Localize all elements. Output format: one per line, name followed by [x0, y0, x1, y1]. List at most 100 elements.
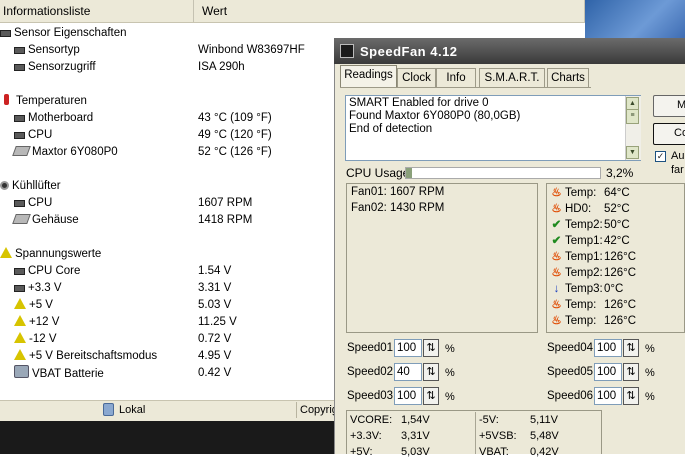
auto-speed-label: Au	[671, 150, 685, 162]
temperature-row: ✔ Temp1: 42°C	[551, 233, 630, 249]
speed-label: Speed03:	[347, 390, 397, 402]
desktop-wallpaper	[585, 0, 685, 40]
item-value: ISA 290h	[198, 61, 245, 73]
voltage-icon	[0, 247, 12, 258]
speed-unit: %	[445, 343, 455, 355]
temperature-label: Temp2:	[565, 267, 603, 279]
list-item[interactable]: Sensortyp	[14, 42, 80, 59]
list-item[interactable]: Gehäuse	[12, 212, 79, 229]
tab-readings[interactable]: Readings	[340, 65, 397, 88]
cpu-icon	[14, 200, 25, 207]
temperature-label: Temp:	[565, 315, 597, 327]
speed02-input[interactable]: 40	[394, 363, 422, 381]
list-item[interactable]: Sensorzugriff	[14, 59, 96, 76]
temperature-label: Temp2:	[565, 219, 603, 231]
list-item[interactable]: +3.3 V	[14, 280, 62, 297]
list-item[interactable]: Motherboard	[14, 110, 93, 127]
case-icon	[12, 214, 31, 224]
item-name: CPU	[28, 197, 53, 209]
list-item[interactable]: Maxtor 6Y080P0	[12, 144, 118, 161]
item-name: +5 V Bereitschaftsmodus	[29, 350, 158, 362]
auto-speed-checkbox[interactable]: ✓	[655, 151, 666, 162]
speed04-spinner-icon[interactable]: ⇅	[623, 339, 639, 357]
arrow-down-icon: ↓	[553, 283, 560, 295]
temperature-row: ↓ Temp3: 0°C	[551, 281, 624, 297]
group-cooling-fans[interactable]: Kühllüfter	[0, 178, 61, 195]
speed01-input[interactable]: 100	[394, 339, 422, 357]
status-copyright: Copyrig	[300, 404, 338, 416]
temperature-label: Temp1:	[565, 251, 603, 263]
status-local: Lokal	[119, 404, 146, 416]
scroll-thumb[interactable]: ≡	[626, 109, 639, 124]
thermometer-icon	[4, 94, 9, 105]
temperature-row: ♨ HD0: 52°C	[551, 201, 629, 217]
list-item[interactable]: CPU Core	[14, 263, 80, 280]
item-name: Sensorzugriff	[28, 61, 96, 73]
temperature-value: 52°C	[604, 203, 630, 215]
temperature-row: ✔ Temp2: 50°C	[551, 217, 630, 233]
speed-label: Speed05:	[547, 366, 597, 378]
voltage-label: VCORE:	[350, 414, 393, 426]
list-item[interactable]: +12 V	[14, 314, 59, 331]
speed02-spinner-icon[interactable]: ⇅	[423, 363, 439, 381]
speed05-spinner-icon[interactable]: ⇅	[623, 363, 639, 381]
checkmark-icon: ✔	[551, 219, 562, 231]
speed06-spinner-icon[interactable]: ⇅	[623, 387, 639, 405]
speed-label: Speed04:	[547, 342, 597, 354]
voltage-value: 5,48V	[530, 430, 559, 442]
speed01-spinner-icon[interactable]: ⇅	[423, 339, 439, 357]
voltage-value: 5,11V	[530, 414, 558, 426]
item-name: CPU	[28, 129, 53, 141]
speed06-input[interactable]: 100	[594, 387, 622, 405]
item-value: 49 °C (120 °F)	[198, 129, 272, 141]
voltage-icon	[14, 332, 26, 343]
flame-icon: ♨	[551, 299, 562, 311]
speed04-input[interactable]: 100	[594, 339, 622, 357]
status-separator	[296, 402, 297, 418]
item-value: 0.72 V	[198, 333, 232, 345]
tab-clock[interactable]: Clock	[397, 68, 436, 87]
battery-icon	[14, 365, 29, 378]
scroll-down-icon[interactable]: ▼	[626, 146, 639, 159]
tab-info[interactable]: Info	[436, 68, 476, 87]
voltage-label: +5VSB:	[479, 430, 517, 442]
list-item[interactable]: +5 V	[14, 297, 53, 314]
group-title: Sensor Eigenschaften	[14, 27, 127, 39]
temperature-row: ♨ Temp: 64°C	[551, 185, 629, 201]
cpu-usage-fill	[406, 168, 412, 178]
temperature-value: 126°C	[604, 315, 637, 327]
list-item[interactable]: VBAT Batterie	[14, 365, 104, 382]
speed-unit: %	[645, 367, 655, 379]
temperature-value: 126°C	[604, 299, 637, 311]
column-header-name[interactable]: Informationsliste	[0, 0, 194, 22]
speed05-input[interactable]: 100	[594, 363, 622, 381]
item-name: +5 V	[29, 299, 53, 311]
tab-smart[interactable]: S.M.A.R.T.	[479, 68, 545, 87]
list-item[interactable]: CPU	[14, 195, 52, 212]
item-name: Maxtor 6Y080P0	[32, 146, 118, 158]
temperature-value: 64°C	[604, 187, 630, 199]
speedfan-app-icon	[340, 44, 354, 58]
voltage-value: 3,31V	[401, 430, 430, 442]
item-value: 52 °C (126 °F)	[198, 146, 272, 158]
item-name: Sensortyp	[28, 44, 80, 56]
speed-label: Speed01:	[347, 342, 397, 354]
group-title: Spannungswerte	[15, 248, 102, 260]
item-name: +12 V	[29, 316, 60, 328]
flame-icon: ♨	[551, 187, 562, 199]
group-temperatures[interactable]: Temperaturen	[0, 93, 87, 110]
speed-unit: %	[445, 367, 455, 379]
group-voltages[interactable]: Spannungswerte	[0, 246, 101, 263]
temperature-value: 126°C	[604, 251, 637, 263]
column-header-value[interactable]: Wert	[194, 0, 585, 22]
list-item[interactable]: CPU	[14, 127, 52, 144]
list-item[interactable]: +5 V Bereitschaftsmodus	[14, 348, 157, 365]
list-item[interactable]: -12 V	[14, 331, 57, 348]
temperature-row: ♨ Temp: 126°C	[551, 297, 636, 313]
group-sensor-properties[interactable]: Sensor Eigenschaften	[0, 25, 127, 42]
speed03-spinner-icon[interactable]: ⇅	[423, 387, 439, 405]
tab-charts[interactable]: Charts	[547, 68, 589, 87]
speed03-input[interactable]: 100	[394, 387, 422, 405]
temperature-label: Temp:	[565, 187, 597, 199]
voltage-label: -5V:	[479, 414, 499, 426]
